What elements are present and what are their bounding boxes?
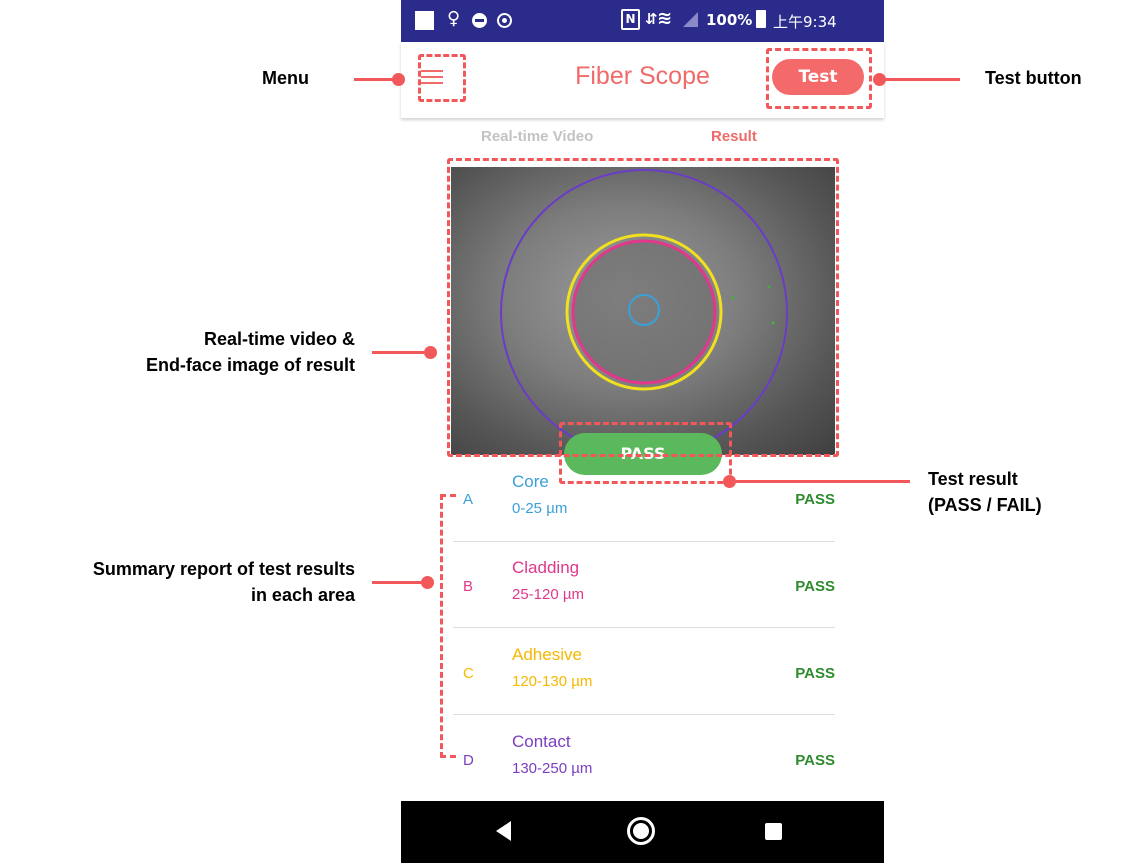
back-triangle-icon[interactable] [496, 821, 511, 841]
result-label-line2: (PASS / FAIL) [928, 495, 1042, 515]
test-button-connector [880, 78, 960, 81]
menu-highlight [418, 54, 466, 102]
area-letter: D [463, 752, 474, 769]
summary-bracket [440, 494, 454, 758]
recent-square-icon[interactable] [765, 823, 782, 840]
area-range: 120-130 µm [512, 673, 593, 690]
area-row-cladding: B Cladding 25-120 µm PASS [453, 541, 835, 628]
result-highlight [559, 422, 732, 484]
area-status: PASS [795, 578, 835, 595]
do-not-disturb-icon [472, 13, 487, 28]
area-row-contact: D Contact 130-250 µm PASS [453, 715, 835, 801]
battery-percent: 100% [706, 11, 753, 29]
area-name: Adhesive [512, 645, 582, 664]
summary-bracket-top [440, 494, 456, 500]
summary-dot [421, 576, 434, 589]
video-connector [372, 351, 424, 354]
summary-bracket-bottom [440, 755, 456, 761]
test-button-label: Test button [985, 68, 1082, 88]
status-bar: ♀ N ⇵ ≋ 100% 上午9:34 [401, 0, 884, 42]
notification-icon [415, 11, 434, 30]
clock: 上午9:34 [773, 13, 837, 31]
tab-real-time-video[interactable]: Real-time Video [481, 128, 593, 145]
wifi-icon: ≋ [657, 8, 673, 29]
system-nav-bar [401, 801, 884, 863]
signal-icon [683, 12, 698, 27]
menu-label: Menu [262, 68, 309, 88]
video-label-line1: Real-time video & [203, 329, 355, 349]
area-letter: C [463, 665, 474, 682]
record-icon [497, 13, 512, 28]
test-button-highlight [766, 48, 872, 109]
area-name: Contact [512, 732, 571, 751]
area-name: Core [512, 472, 549, 491]
summary-label-line1: Summary report of test results [92, 559, 355, 579]
result-label-line1: Test result [928, 469, 1018, 489]
area-range: 130-250 µm [512, 760, 593, 777]
summary-label-line2: in each area [250, 585, 355, 605]
menu-dot [392, 73, 405, 86]
result-connector [730, 480, 910, 483]
lightbulb-icon: ♀ [447, 8, 461, 29]
end-face-highlight [447, 158, 839, 457]
area-name: Cladding [512, 558, 580, 577]
area-status: PASS [795, 752, 835, 769]
tab-result[interactable]: Result [711, 128, 757, 145]
area-range: 25-120 µm [512, 586, 585, 603]
area-letter: A [463, 491, 474, 508]
area-row-adhesive: C Adhesive 120-130 µm PASS [453, 628, 835, 715]
area-range: 0-25 µm [512, 500, 568, 517]
summary-connector [372, 581, 424, 584]
video-dot [424, 346, 437, 359]
data-arrows-icon: ⇵ [645, 10, 658, 28]
area-letter: B [463, 578, 474, 595]
battery-icon [756, 10, 766, 28]
video-label-line2: End-face image of result [145, 355, 355, 375]
area-status: PASS [795, 491, 835, 508]
nfc-icon: N [621, 9, 640, 30]
area-status: PASS [795, 665, 835, 682]
home-circle-icon[interactable] [627, 817, 655, 845]
